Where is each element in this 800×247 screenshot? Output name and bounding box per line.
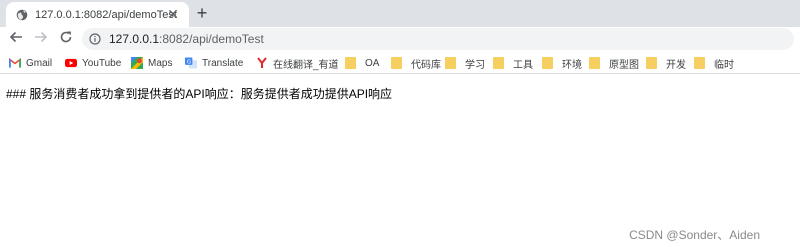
bookmark-translate[interactable]: G Translate [185,56,243,70]
new-tab-icon[interactable]: + [193,4,211,22]
bookmark-folder-oa[interactable]: OA [344,56,379,70]
bookmark-youtube[interactable]: YouTube [65,56,121,70]
bookmark-gmail[interactable]: Gmail [9,56,52,70]
bookmark-folder-code[interactable]: 代码库 [390,56,441,71]
maps-icon [131,57,143,69]
folder-icon [390,57,402,69]
bookmark-folder-study[interactable]: 学习 [444,56,485,71]
bookmark-label: 代码库 [411,59,441,71]
gmail-icon [9,57,21,69]
url-text: 127.0.0.1:8082/api/demoTest [109,32,264,46]
address-bar[interactable]: 127.0.0.1:8082/api/demoTest [82,28,794,50]
arrow-right-icon [34,30,48,49]
bookmark-folder-prototype[interactable]: 原型图 [588,56,639,71]
folder-icon [492,57,504,69]
page-body-text: ### 服务消费者成功拿到提供者的API响应：服务提供者成功提供API响应 [6,87,393,101]
folder-icon [344,57,356,69]
globe-icon [16,9,28,21]
close-icon[interactable]: ✕ [166,7,180,21]
bookmark-label: 环境 [562,59,582,71]
forward-button[interactable] [33,31,49,47]
url-path: :8082/api/demoTest [159,32,264,46]
folder-icon [693,57,705,69]
reload-button[interactable] [58,30,74,49]
bookmark-label: 工具 [513,59,533,71]
tab-strip: 127.0.0.1:8082/api/demoTest ✕ + [0,0,800,27]
bookmark-folder-tools[interactable]: 工具 [492,56,533,71]
tab-title: 127.0.0.1:8082/api/demoTest [35,8,177,21]
bookmarks-bar: Gmail YouTube Maps G Translate 在线翻译_有道 O… [0,52,800,74]
bookmark-folder-dev[interactable]: 开发 [645,56,686,71]
folder-icon [588,57,600,69]
back-button[interactable] [8,31,24,47]
folder-icon [645,57,657,69]
youtube-icon [65,57,77,69]
folder-icon [444,57,456,69]
info-icon[interactable] [89,33,101,45]
url-host: 127.0.0.1 [109,32,160,46]
bookmark-label: 原型图 [609,59,639,71]
bookmark-label: Gmail [26,57,53,69]
bookmark-label: 临时 [714,59,734,71]
bookmark-maps[interactable]: Maps [131,56,172,70]
bookmark-folder-temp[interactable]: 临时 [693,56,734,71]
tab-active[interactable]: 127.0.0.1:8082/api/demoTest ✕ [6,2,189,27]
bookmark-label: 在线翻译_有道 [273,59,339,71]
bookmark-label: Maps [148,57,173,69]
arrow-left-icon [9,30,23,49]
bookmark-label: 学习 [465,59,485,71]
bookmark-folder-env[interactable]: 环境 [541,56,582,71]
bookmark-label: 开发 [666,59,686,71]
bookmark-youdao[interactable]: 在线翻译_有道 [256,56,339,71]
watermark: CSDN @Sonder、Aiden [629,228,760,242]
youdao-icon [256,57,268,69]
toolbar: 127.0.0.1:8082/api/demoTest [0,27,800,52]
translate-icon: G [185,57,197,69]
folder-icon [541,57,553,69]
bookmark-label: YouTube [82,57,122,69]
bookmark-label: OA [365,57,380,69]
bookmark-label: Translate [202,57,244,69]
reload-icon [59,30,73,49]
svg-text:G: G [187,59,191,65]
